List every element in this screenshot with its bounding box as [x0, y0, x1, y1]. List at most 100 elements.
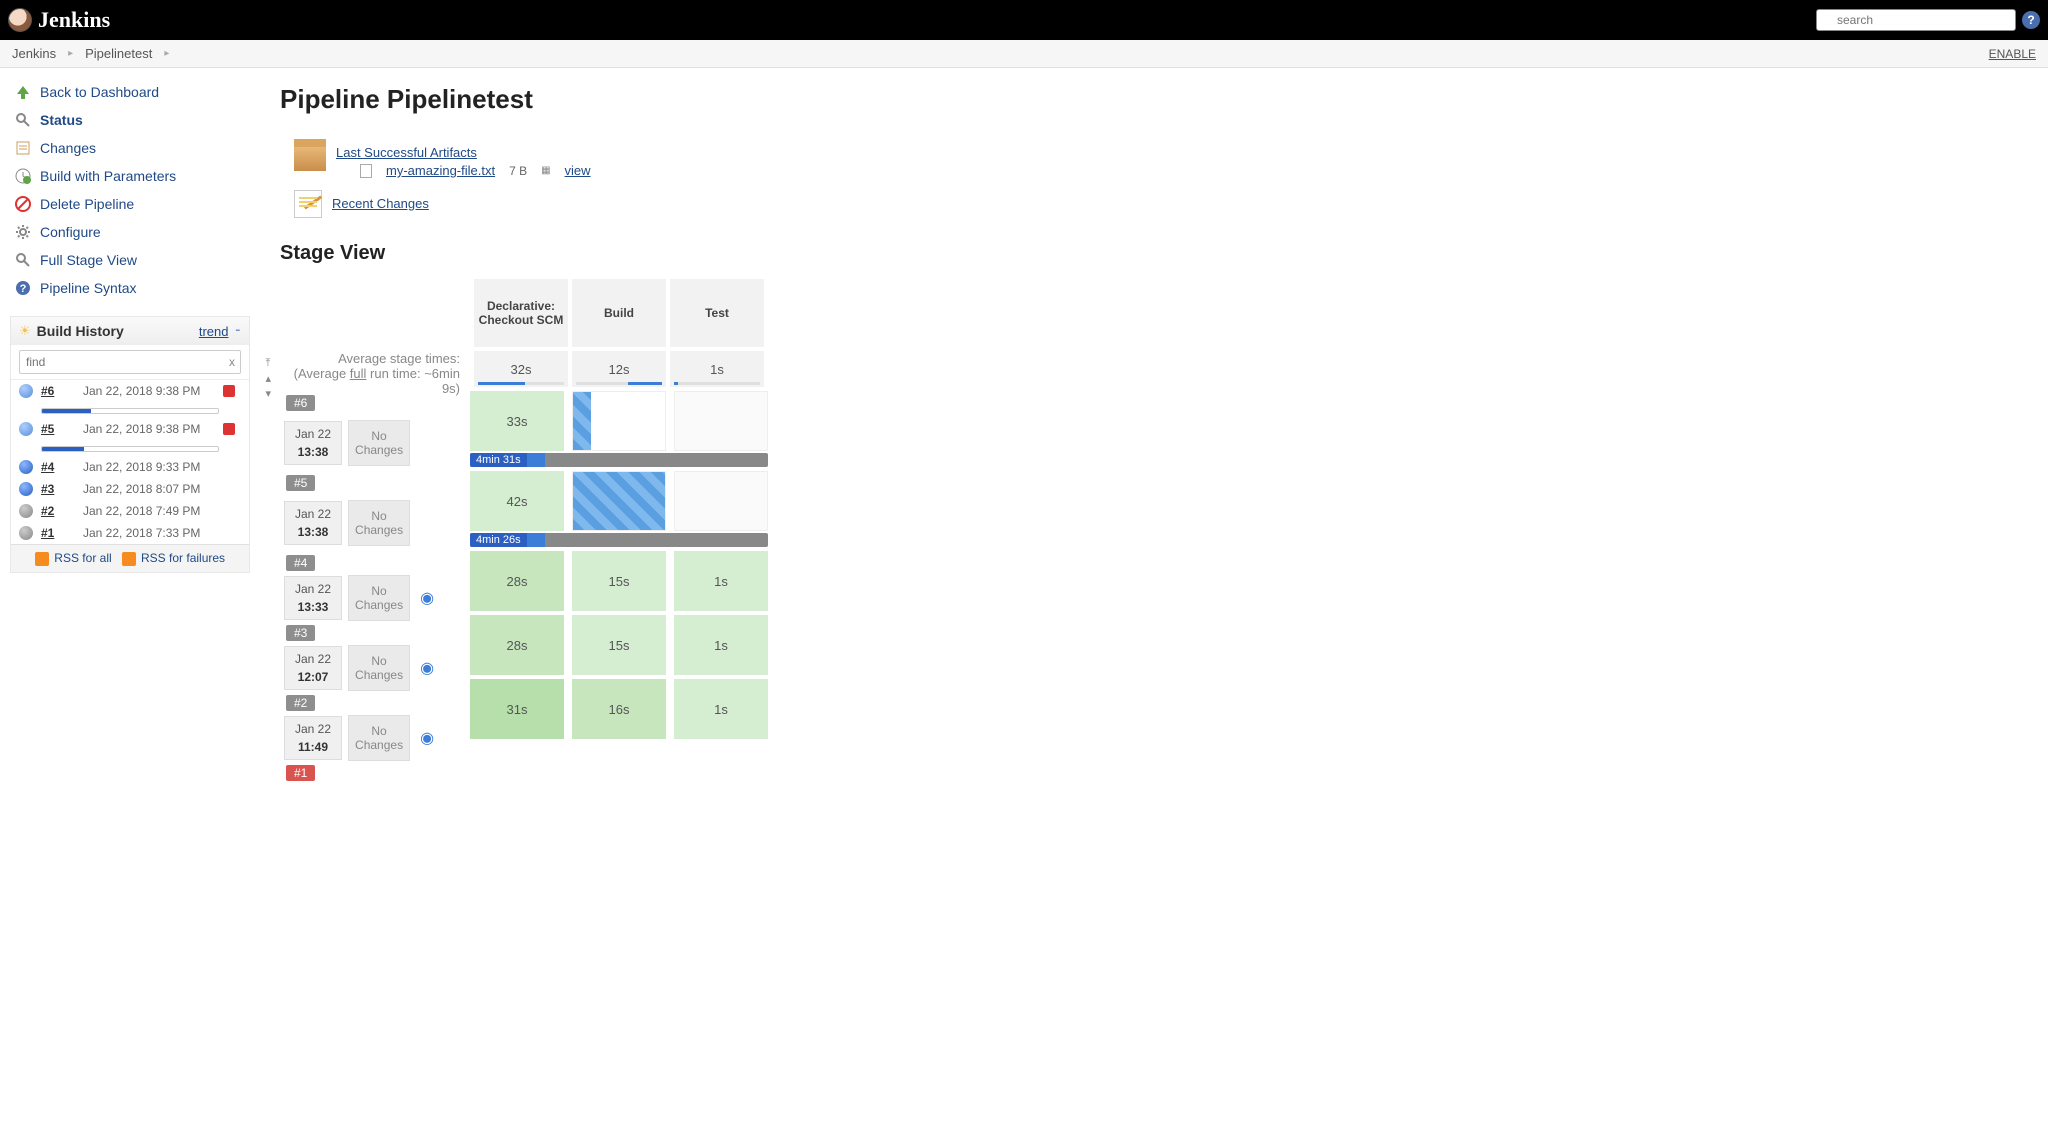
cancel-build-icon[interactable]	[223, 423, 235, 435]
sidebar-item-full-stage-view[interactable]: Full Stage View	[10, 246, 250, 274]
stage-cell[interactable]: 16s	[572, 679, 666, 739]
run-status-icon[interactable]: ◉	[420, 728, 434, 748]
status-ball-icon	[19, 460, 33, 474]
run-badge[interactable]: #5	[286, 475, 315, 491]
stage-cell[interactable]	[572, 471, 666, 531]
artifact-view-link[interactable]: view	[565, 163, 591, 178]
stage-cell[interactable]: 28s	[470, 551, 564, 611]
run-status-icon[interactable]: ◉	[420, 588, 434, 608]
last-successful-artifacts-link[interactable]: Last Successful Artifacts	[336, 145, 477, 160]
stage-cell[interactable]: 15s	[572, 615, 666, 675]
build-history-row[interactable]: #2Jan 22, 2018 7:49 PM	[11, 500, 249, 522]
run-status-icon[interactable]: ◉	[420, 658, 434, 678]
stage-cell[interactable]: 28s	[470, 615, 564, 675]
run-badge[interactable]: #1	[286, 765, 315, 781]
build-number-link[interactable]: #4	[41, 460, 79, 474]
magnifier-icon	[14, 111, 32, 129]
fingerprint-icon: ▦	[541, 165, 550, 176]
build-history-row[interactable]: #3Jan 22, 2018 8:07 PM	[11, 478, 249, 500]
stage-run-info: #1	[280, 765, 470, 785]
sidebar-item-label: Build with Parameters	[40, 168, 176, 184]
recent-changes-block: Recent Changes	[294, 188, 2028, 218]
stage-view-title: Stage View	[280, 242, 2028, 265]
build-number-link[interactable]: #5	[41, 422, 79, 436]
stage-cell[interactable]: 31s	[470, 679, 564, 739]
rss-all-link[interactable]: RSS for all	[54, 551, 111, 565]
build-history-row[interactable]: #4Jan 22, 2018 9:33 PM	[11, 456, 249, 478]
jenkins-logo[interactable]: Jenkins	[8, 7, 110, 33]
breadcrumb-pipelinetest[interactable]: Pipelinetest	[85, 46, 152, 61]
build-history-row[interactable]: #6Jan 22, 2018 9:38 PM	[11, 380, 249, 402]
stage-cell[interactable]: 1s	[674, 679, 768, 739]
sidebar-item-delete-pipeline[interactable]: Delete Pipeline	[10, 190, 250, 218]
run-progress-bar: 4min 31s	[470, 453, 768, 467]
help-icon[interactable]: ?	[2022, 11, 2040, 29]
stage-run-info: #5Jan 2213:38NoChanges	[280, 475, 470, 555]
build-history-row[interactable]: #5Jan 22, 2018 9:38 PM	[11, 418, 249, 440]
build-number-link[interactable]: #3	[41, 482, 79, 496]
stage-cell[interactable]: 42s	[470, 471, 564, 531]
top-bar: Jenkins ?	[0, 0, 2048, 40]
sidebar-item-pipeline-syntax[interactable]: ?Pipeline Syntax	[10, 274, 250, 302]
sidebar-item-build-with-parameters[interactable]: Build with Parameters	[10, 162, 250, 190]
run-badge[interactable]: #2	[286, 695, 315, 711]
page-top-icon[interactable]: ⤒	[265, 357, 271, 370]
build-number-link[interactable]: #6	[41, 384, 79, 398]
stage-header: Build	[572, 279, 666, 347]
average-stage-times-label: Average stage times: (Average full run t…	[280, 275, 470, 395]
stage-cell[interactable]: 33s	[470, 391, 564, 451]
cancel-build-icon[interactable]	[223, 385, 235, 397]
svg-text:?: ?	[20, 283, 27, 295]
sidebar-item-changes[interactable]: Changes	[10, 134, 250, 162]
status-ball-icon	[19, 526, 33, 540]
stage-cell[interactable]	[572, 391, 666, 451]
run-progress-bar: 4min 26s	[470, 533, 768, 547]
stage-run-row: 28s15s1s	[470, 615, 772, 675]
artifacts-block: Last Successful Artifacts my-amazing-fil…	[294, 145, 2028, 178]
build-history-row[interactable]: #1 Jan 22, 2018 7:33 PM	[11, 522, 249, 544]
rss-icon	[122, 552, 136, 566]
stage-run-info: #2Jan 2211:49NoChanges◉	[280, 695, 470, 765]
trend-link[interactable]: trend	[199, 324, 229, 339]
stage-run-info: #6Jan 2213:38NoChanges	[280, 395, 470, 475]
stage-cell[interactable]: 15s	[572, 551, 666, 611]
rss-failures-link[interactable]: RSS for failures	[141, 551, 225, 565]
stage-header: Declarative: Checkout SCM	[474, 279, 568, 347]
no-entry-icon	[14, 195, 32, 213]
stage-cell[interactable]: 1s	[674, 551, 768, 611]
breadcrumb-jenkins[interactable]: Jenkins	[12, 46, 56, 61]
sidebar-item-label: Back to Dashboard	[40, 84, 159, 100]
stage-cell[interactable]: 1s	[674, 615, 768, 675]
recent-changes-link[interactable]: Recent Changes	[332, 196, 429, 211]
jenkins-head-icon	[8, 8, 32, 32]
build-history-find-input[interactable]	[19, 350, 241, 374]
clear-icon[interactable]: x	[229, 355, 235, 369]
build-number-link[interactable]: #2	[41, 504, 79, 518]
stage-cell[interactable]	[674, 471, 768, 531]
build-history-nav: ⤒ ▴ ▾	[265, 357, 271, 400]
status-ball-icon	[19, 504, 33, 518]
run-badge[interactable]: #6	[286, 395, 315, 411]
page-down-icon[interactable]: ▾	[265, 387, 271, 400]
average-time-cell: 1s	[670, 351, 764, 387]
stage-run-row: 33s 4min 31s	[470, 391, 772, 467]
run-date-box: Jan 2213:38	[284, 501, 342, 545]
sidebar-item-status[interactable]: Status	[10, 106, 250, 134]
sidebar-item-back-to-dashboard[interactable]: Back to Dashboard	[10, 78, 250, 106]
collapse-icon[interactable]: ⁃	[235, 323, 242, 339]
build-date: Jan 22, 2018 7:33 PM	[83, 526, 219, 540]
breadcrumb: Jenkins ▸ Pipelinetest ▸ ENABLE	[0, 40, 2048, 68]
page-up-icon[interactable]: ▴	[265, 372, 271, 385]
run-badge[interactable]: #4	[286, 555, 315, 571]
build-progress-bar	[41, 446, 219, 452]
sidebar-item-configure[interactable]: Configure	[10, 218, 250, 246]
stage-cell[interactable]	[674, 391, 768, 451]
search-input[interactable]	[1816, 9, 2016, 31]
enable-auto-refresh-link[interactable]: ENABLE	[1989, 47, 2036, 61]
build-number-link[interactable]: #1	[41, 526, 79, 540]
file-icon	[360, 164, 372, 178]
run-date-box: Jan 2212:07	[284, 646, 342, 690]
gear-icon	[14, 223, 32, 241]
run-badge[interactable]: #3	[286, 625, 315, 641]
artifact-file-link[interactable]: my-amazing-file.txt	[386, 163, 495, 178]
